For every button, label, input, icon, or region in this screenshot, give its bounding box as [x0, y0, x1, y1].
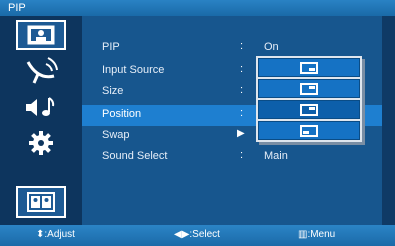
sidebar-item-audio[interactable]: [16, 92, 66, 122]
separator: :: [240, 107, 244, 119]
menu-panel: PIP : On Input Source : Size : Position …: [82, 16, 382, 225]
position-option-bottom-right[interactable]: [258, 121, 360, 140]
pip-icon: [27, 192, 55, 212]
menu-row-value: Main: [264, 150, 288, 162]
menu-row-label: Sound Select: [102, 150, 168, 162]
position-bottom-left-icon: [300, 124, 318, 137]
sidebar-item-settings[interactable]: [16, 128, 66, 158]
antenna-icon: [26, 57, 58, 84]
position-bottom-right-icon: [300, 61, 318, 74]
footer-adjust-label: :Adjust: [44, 229, 75, 240]
menu-row-label: Input Source: [102, 64, 165, 76]
window-title: PIP: [8, 2, 26, 14]
menu-row-value: On: [264, 41, 279, 53]
separator: :: [240, 84, 244, 96]
position-option-top-right[interactable]: [258, 79, 360, 98]
separator: :: [240, 149, 244, 161]
footer-menu-label: :Menu: [307, 229, 336, 240]
sidebar: [0, 16, 82, 225]
gear-icon: [29, 131, 53, 155]
separator: :: [240, 63, 244, 75]
menu-row-label: Position: [102, 108, 142, 120]
footer-adjust: ⬍:Adjust: [36, 229, 75, 240]
sidebar-item-picture[interactable]: [16, 20, 66, 50]
menu-row-label: PIP: [102, 41, 120, 53]
submenu-arrow-icon: ▶: [237, 128, 245, 139]
title-bar: PIP: [0, 0, 395, 16]
menu-row-label: Swap: [102, 129, 130, 141]
footer-select: ◀▶:Select: [174, 229, 220, 240]
sidebar-item-antenna[interactable]: [16, 54, 66, 84]
position-option-bottom-left[interactable]: [258, 100, 360, 119]
menu-row-label: Size: [102, 85, 124, 97]
separator: :: [240, 40, 244, 52]
footer-bar: ⬍:Adjust ◀▶:Select ▥:Menu: [0, 225, 395, 246]
footer-menu: ▥:Menu: [298, 229, 335, 240]
picture-icon: [27, 25, 55, 45]
position-dropdown: [256, 56, 362, 142]
left-right-icon: ◀▶: [174, 229, 190, 240]
menu-row-sound-select[interactable]: Sound Select : Main: [82, 147, 382, 168]
audio-icon: [26, 97, 55, 116]
position-top-right-icon: [300, 103, 318, 116]
position-top-right-icon: [300, 82, 318, 95]
position-option-top-left[interactable]: [258, 58, 360, 77]
sidebar-item-pip[interactable]: [16, 186, 66, 218]
footer-select-label: :Select: [189, 229, 220, 240]
osd-window: PIP PIP: On Input Source: Size: Posit…: [0, 0, 395, 246]
